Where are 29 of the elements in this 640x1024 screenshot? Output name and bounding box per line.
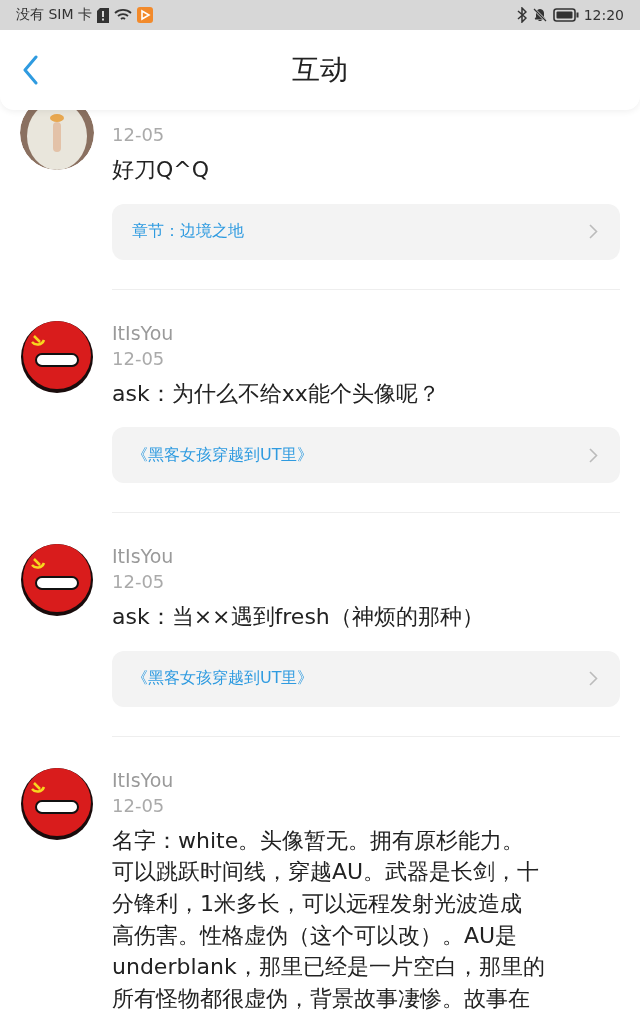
page-title: 互动 — [292, 52, 348, 88]
chevron-right-icon — [589, 671, 598, 687]
user-name: ItIsYou — [112, 320, 175, 346]
source-link-card[interactable]: 《黑客女孩穿越到UT里》 — [112, 427, 620, 484]
comment-date: 12-05 — [112, 570, 166, 595]
comment-text: ask：为什么不给xx能个头像呢？ — [112, 379, 441, 408]
carrier-text: 没有 SIM 卡 — [16, 6, 92, 24]
source-link[interactable]: 《黑客女孩穿越到UT里》 — [132, 668, 589, 690]
chevron-right-icon — [589, 224, 598, 240]
source-link[interactable]: 《黑客女孩穿越到UT里》 — [132, 444, 589, 466]
comment-date: 12-05 — [112, 793, 166, 818]
chevron-right-icon — [589, 447, 598, 463]
comment-text: 名字：white。头像暂无。拥有原杉能力。 可以跳跃时间线，穿越AU。武器是长剑，十 分锋利，1米多长，可以远程发射光波造成 高伤害。性格虚伪（这个可以改）。AU是 underblank，那里已经是一片空白，那里的 所有怪物都很虚伪，背景故事凄惨。故事在 — [112, 826, 546, 1013]
wifi-icon — [114, 8, 132, 22]
comment-date: 12-05 — [112, 123, 166, 147]
comment-date: 12-05 — [112, 346, 166, 371]
bluetooth-icon — [516, 7, 527, 23]
clock-time: 12:20 — [583, 7, 624, 23]
comment-text: ask：当××遇到fresh（神烦的那种） — [112, 603, 485, 632]
bell-off-icon — [531, 7, 548, 23]
user-name: ItIsYou — [112, 544, 175, 570]
comment-text: 好刀Q^Q — [112, 156, 211, 184]
user-name: ItIsYou — [112, 767, 175, 793]
play-app-icon — [137, 7, 153, 23]
sim-alert-icon — [97, 7, 109, 23]
source-link-card[interactable]: 《黑客女孩穿越到UT里》 — [112, 650, 620, 707]
source-link[interactable]: 章节：边境之地 — [132, 221, 589, 243]
source-link-card[interactable]: 章节：边境之地 — [112, 203, 620, 260]
battery-icon — [552, 8, 579, 22]
